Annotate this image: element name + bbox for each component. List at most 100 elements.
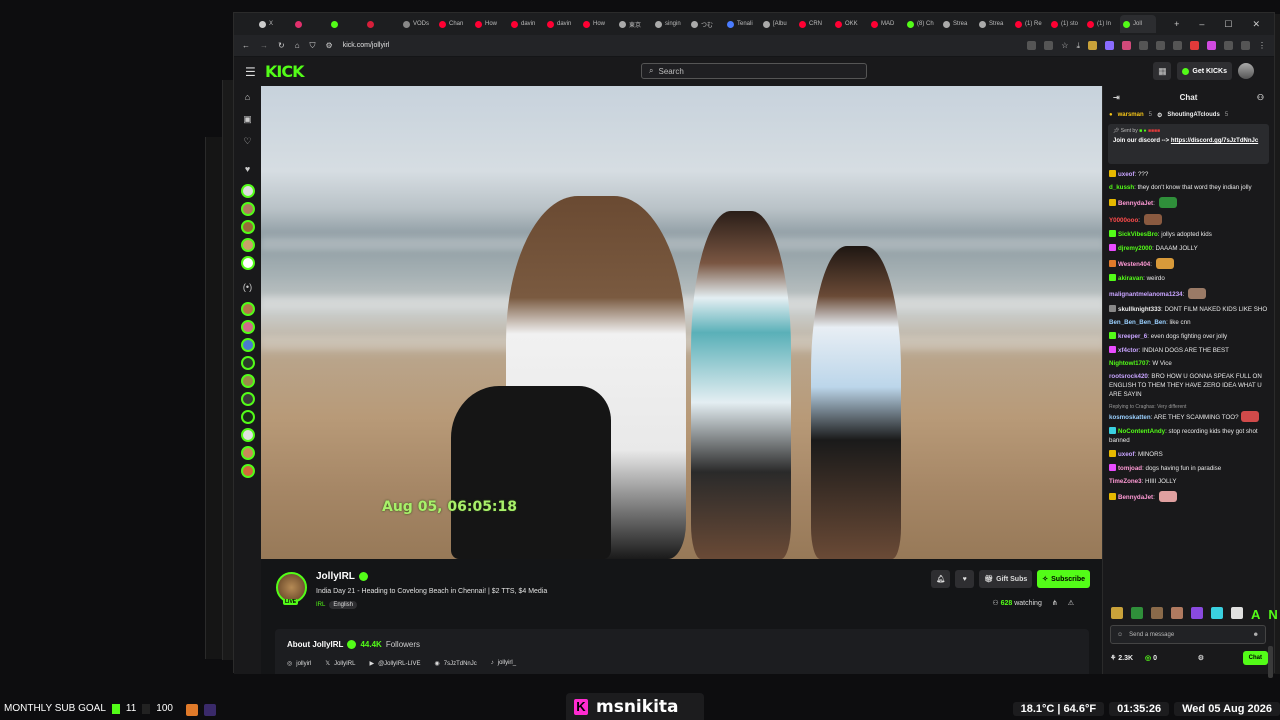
video-player[interactable]: Aug 05, 06:05:18 — [261, 86, 1104, 559]
download-icon[interactable]: ⤓ — [1076, 41, 1080, 50]
chat-username[interactable]: d_kussh — [1109, 184, 1134, 191]
follow-heart-icon[interactable]: ♥ — [955, 570, 975, 588]
layout-icon[interactable]: ▦ — [1153, 62, 1172, 80]
browser-tab[interactable]: davin — [508, 15, 544, 33]
search-input[interactable]: ⌕ Search — [641, 63, 867, 79]
url-field[interactable]: kick.com/jollyirl — [343, 42, 983, 49]
browse-nav-icon[interactable]: ▣ — [234, 108, 261, 130]
chat-username[interactable]: Westen404 — [1118, 261, 1150, 268]
back-icon[interactable]: ← — [242, 41, 250, 50]
emote-picker-icon[interactable]: ☺ — [1117, 632, 1123, 638]
emote[interactable] — [1111, 607, 1123, 619]
chat-settings-icon[interactable]: ⚙ — [1198, 654, 1204, 662]
chat-username[interactable]: BennydaJet — [1118, 494, 1153, 501]
extension-icon[interactable] — [1105, 41, 1114, 50]
chat-username[interactable]: Nightowl1707 — [1109, 360, 1149, 367]
chat-users-icon[interactable]: ⚇ — [1257, 93, 1264, 102]
reload-icon[interactable]: ↻ — [278, 41, 285, 50]
language-tag[interactable]: English — [329, 601, 358, 609]
emote[interactable] — [1151, 607, 1163, 619]
chat-username[interactable]: uxeof — [1118, 451, 1135, 458]
channel-name[interactable]: JollyIRL — [316, 571, 355, 582]
browser-tab[interactable]: singin — [652, 15, 688, 33]
browser-tab[interactable]: Chan — [436, 15, 472, 33]
sidebar-channel-avatar[interactable] — [240, 202, 255, 216]
sidebar-channel-avatar[interactable] — [240, 238, 255, 252]
emoji-icon[interactable]: ☻ — [1253, 632, 1259, 638]
chat-username[interactable]: rootsrock420 — [1109, 373, 1148, 380]
extension-icon[interactable] — [1190, 41, 1199, 50]
chat-username[interactable]: Ben_Ben_Ben_Ben — [1109, 319, 1166, 326]
sidebar-channel-avatar[interactable] — [240, 184, 255, 198]
browser-tab[interactable]: つむ — [688, 15, 724, 33]
extensions-icon[interactable] — [1241, 41, 1250, 50]
emote[interactable] — [1131, 607, 1143, 619]
pinned-message[interactable]: 📌︎ Sent by ■ ● ■■■■ Join our discord -->… — [1108, 124, 1269, 164]
social-link[interactable]: ▶ @JollyIRL-LIVE — [369, 660, 420, 667]
extension-icon[interactable] — [1122, 41, 1131, 50]
user-avatar[interactable] — [1238, 63, 1254, 79]
subscribe-button[interactable]: ✧ Subscribe — [1037, 570, 1090, 588]
browser-tab[interactable]: 東京 — [616, 15, 652, 33]
sidebar-channel-avatar[interactable] — [240, 356, 255, 370]
home-nav-icon[interactable]: ⌂ — [234, 86, 261, 108]
gifter-name[interactable]: warsman — [1118, 112, 1144, 118]
home-icon[interactable]: ⌂ — [295, 41, 300, 50]
bookmark-star-icon[interactable]: ☆ — [1061, 41, 1068, 50]
emote[interactable]: N — [1268, 607, 1277, 622]
social-link[interactable]: ◉ 7sJzTdNnJc — [435, 660, 477, 667]
browser-tab[interactable]: (1) Re — [1012, 15, 1048, 33]
browser-tab[interactable]: (1) sto — [1048, 15, 1084, 33]
social-link[interactable]: 𝕏 JollyIRL — [325, 660, 355, 667]
channel-points[interactable]: ⚘ 2.3K — [1110, 654, 1133, 662]
kick-logo[interactable]: KICK — [265, 62, 304, 81]
sidebar-channel-avatar[interactable] — [240, 338, 255, 352]
chat-username[interactable]: Y0000ooo — [1109, 217, 1138, 224]
chat-username[interactable]: kosmoskatten — [1109, 414, 1151, 421]
emote[interactable] — [1211, 607, 1223, 619]
hamburger-menu-icon[interactable]: ☰ — [245, 65, 256, 79]
sidebar-channel-avatar[interactable] — [240, 256, 255, 270]
forward-icon[interactable]: → — [260, 41, 268, 50]
category-link[interactable]: IRL — [316, 602, 325, 608]
menu-icon[interactable]: ⋮ — [1258, 41, 1266, 50]
chat-username[interactable]: tomjoad — [1118, 465, 1142, 472]
maximize-button[interactable]: ☐ — [1224, 19, 1232, 30]
browser-tab[interactable]: [Albu — [760, 15, 796, 33]
gift-subs-button[interactable]: 🎁︎ Gift Subs — [979, 570, 1033, 588]
chat-username[interactable]: BennydaJet — [1118, 200, 1153, 207]
sidebar-channel-avatar[interactable] — [240, 464, 255, 478]
browser-tab[interactable] — [328, 15, 364, 33]
new-tab-button[interactable]: + — [1174, 19, 1179, 30]
chat-username[interactable]: skullknight333 — [1118, 306, 1161, 313]
report-icon[interactable]: ⚠ — [1068, 599, 1074, 607]
browser-tab[interactable]: Joll — [1120, 15, 1156, 33]
extension-icon[interactable] — [1088, 41, 1097, 50]
site-info-icon[interactable]: ⚙ — [326, 41, 333, 50]
extension-icon[interactable] — [1156, 41, 1165, 50]
chat-input[interactable]: ☺ Send a message ☻ — [1110, 625, 1266, 644]
emote[interactable]: A — [1251, 607, 1260, 622]
browser-tab[interactable]: MAD — [868, 15, 904, 33]
chat-username[interactable]: kreeper_6 — [1118, 333, 1147, 340]
browser-tab[interactable]: Strea — [940, 15, 976, 33]
chat-username[interactable]: akiravan — [1118, 275, 1143, 282]
browser-tab[interactable]: VODs — [400, 15, 436, 33]
chat-scrollbar[interactable] — [1268, 646, 1273, 678]
sidebar-channel-avatar[interactable] — [240, 320, 255, 334]
browser-tab[interactable] — [364, 15, 400, 33]
social-link[interactable]: ◎ jollyirl — [287, 660, 311, 667]
extension-icon[interactable] — [1044, 41, 1054, 50]
chat-send-button[interactable]: Chat — [1242, 651, 1268, 665]
emote[interactable] — [1231, 607, 1243, 619]
chat-username[interactable]: xf4ctor — [1118, 347, 1139, 354]
extension-icon[interactable] — [1173, 41, 1182, 50]
shield-icon[interactable]: ⛉ — [310, 41, 316, 51]
browser-tab[interactable]: Tenali — [724, 15, 760, 33]
browser-tab[interactable]: OKK — [832, 15, 868, 33]
sidebar-channel-avatar[interactable] — [240, 392, 255, 406]
sidebar-channel-avatar[interactable] — [240, 220, 255, 234]
emote[interactable] — [1191, 607, 1203, 619]
browser-tab[interactable]: How — [472, 15, 508, 33]
close-button[interactable]: ✕ — [1252, 19, 1260, 30]
